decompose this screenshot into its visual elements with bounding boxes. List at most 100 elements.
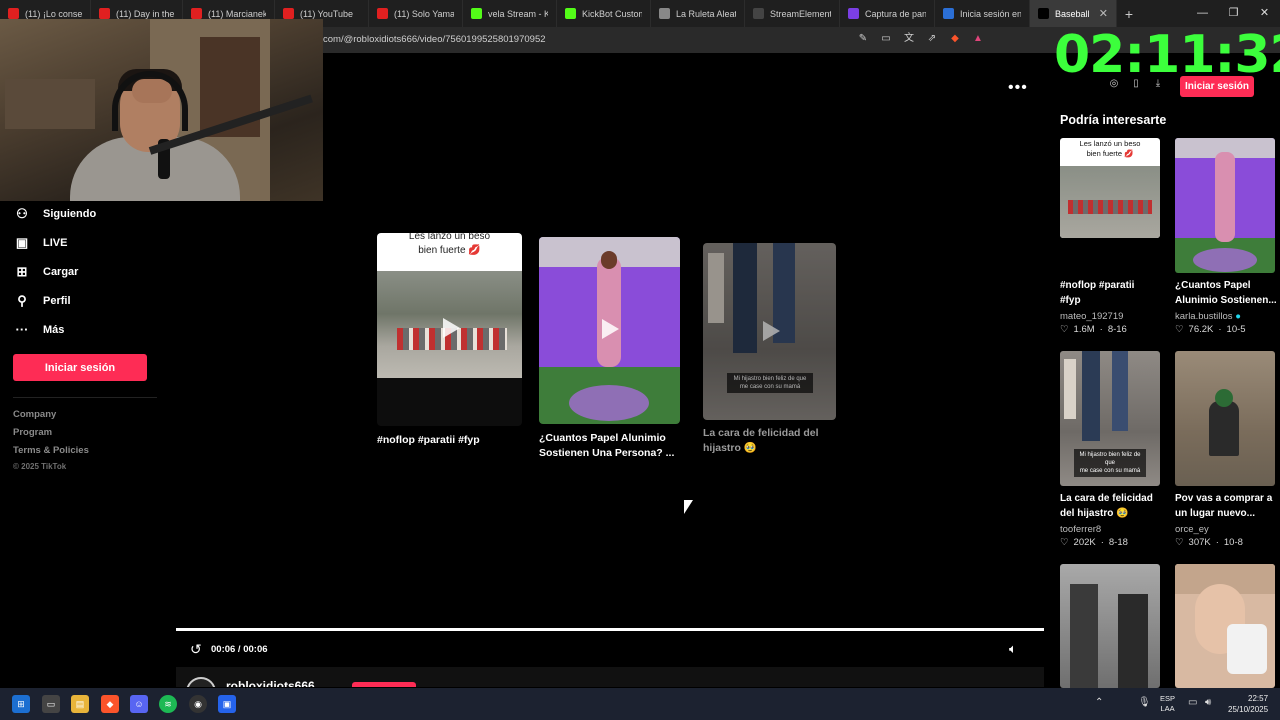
footer-link-company[interactable]: Company bbox=[13, 409, 56, 420]
footer-link-terms[interactable]: Terms & Policies bbox=[13, 445, 89, 456]
video-stats: ♡ 307K · 10-8 bbox=[1175, 537, 1243, 548]
tab-label: KickBot Custom C bbox=[582, 8, 642, 19]
sidebar-item-label: Siguiendo bbox=[43, 208, 97, 220]
brave-shield-icon[interactable]: ◆ bbox=[948, 32, 962, 46]
footer-link-program[interactable]: Program bbox=[13, 427, 52, 438]
author-name[interactable]: karla.bustillos ● bbox=[1175, 311, 1241, 322]
tab-favicon-icon bbox=[283, 8, 294, 19]
browser-tab[interactable]: KickBot Custom C bbox=[557, 0, 651, 27]
url-field[interactable]: com/@robloxidiots666/video/7560199525801… bbox=[323, 34, 546, 45]
sidebar-item-live[interactable]: ▣ LIVE bbox=[13, 235, 68, 251]
sidebar-item-following[interactable]: ⚇ Siguiendo bbox=[13, 206, 96, 222]
share-icon[interactable]: ⇗ bbox=[925, 32, 939, 46]
sidebar-item-profile[interactable]: ⚲ Perfil bbox=[13, 293, 70, 309]
network-icon[interactable]: ▭ bbox=[1188, 697, 1197, 708]
author-name[interactable]: tooferrer8 bbox=[1060, 524, 1101, 535]
browser-tab[interactable]: Captura de pant bbox=[840, 0, 935, 27]
window-controls: — ❐ ✕ bbox=[1187, 0, 1280, 27]
browser-tab[interactable]: StreamElements bbox=[745, 0, 840, 27]
brave-browser-icon[interactable]: ◆ bbox=[101, 695, 119, 713]
video-thumbnail: Les lanzo un beso bien fuerte 💋 bbox=[377, 233, 522, 426]
profile-icon: ⚲ bbox=[17, 293, 27, 308]
close-window-icon[interactable]: ✕ bbox=[1249, 0, 1280, 27]
cast-icon[interactable]: ▭ bbox=[879, 32, 893, 46]
sidebar-item-label: Cargar bbox=[43, 266, 79, 278]
login-button-sidebar[interactable]: Iniciar sesión bbox=[13, 354, 147, 381]
browser-tab[interactable]: La Ruleta Aleator bbox=[651, 0, 745, 27]
following-icon: ⚇ bbox=[16, 206, 28, 221]
video-thumbnail bbox=[1175, 351, 1275, 486]
video-caption: ¿Cuantos Papel Alunimio Sostienen Una Pe… bbox=[539, 432, 675, 459]
tab-favicon-icon bbox=[99, 8, 110, 19]
tab-label: (11) Marcianeke bbox=[208, 8, 266, 19]
thumbnail-overlay-text: Mi hijastro bien feliz de que me case co… bbox=[727, 373, 813, 393]
browser-tab[interactable]: (11) Solo Yama is bbox=[369, 0, 463, 27]
more-icon: ··· bbox=[15, 322, 29, 337]
restore-icon[interactable]: ❐ bbox=[1218, 0, 1249, 27]
close-tab-icon[interactable]: ✕ bbox=[1099, 7, 1108, 20]
author-name[interactable]: orce_ey bbox=[1175, 524, 1209, 535]
file-explorer-icon[interactable]: ▤ bbox=[71, 695, 89, 713]
like-count: 1.6M bbox=[1073, 324, 1095, 335]
tab-label: (11) Solo Yama is bbox=[394, 8, 454, 19]
login-button-header[interactable]: Iniciar sesión bbox=[1180, 76, 1254, 97]
tab-favicon-icon bbox=[659, 8, 670, 19]
post-date: 10-8 bbox=[1223, 537, 1243, 548]
video-thumbnail: Mi hijastro bien feliz de que me case co… bbox=[1060, 351, 1160, 486]
heart-icon: ♡ bbox=[1060, 324, 1069, 335]
tab-label: (11) ¡Lo conseguí bbox=[25, 8, 82, 19]
windows-start-icon[interactable]: ⊞ bbox=[12, 695, 30, 713]
tab-favicon-icon bbox=[1038, 8, 1049, 19]
volume-icon[interactable]: 🔈︎ bbox=[1009, 641, 1017, 657]
browser-tab[interactable]: vela Stream - Kic bbox=[463, 0, 557, 27]
microphone-icon[interactable]: 🎙︎ bbox=[1138, 697, 1151, 708]
verified-icon: ● bbox=[1235, 311, 1241, 322]
author-name[interactable]: mateo_192719 bbox=[1060, 311, 1123, 322]
video-stats: ♡ 202K · 8-18 bbox=[1060, 537, 1128, 548]
system-clock[interactable]: 22:57 25/10/2025 bbox=[1228, 693, 1268, 715]
translate-icon[interactable]: 文 bbox=[902, 32, 916, 46]
tray-chevron-icon[interactable]: ⌃ bbox=[1095, 697, 1103, 708]
spotify-icon[interactable]: ≋ bbox=[159, 695, 177, 713]
tab-label: vela Stream - Kic bbox=[488, 8, 548, 19]
coins-icon[interactable]: ◎ bbox=[1108, 78, 1120, 89]
app-icon[interactable]: ▣ bbox=[218, 695, 236, 713]
follow-button[interactable] bbox=[352, 682, 416, 687]
post-date: 8-16 bbox=[1107, 324, 1127, 335]
browser-tab[interactable]: Baseball ✕ bbox=[1030, 0, 1117, 27]
video-thumbnail: Les lanzó un beso bien fuerte 💋 bbox=[1060, 138, 1160, 238]
discord-icon[interactable]: ☺ bbox=[130, 695, 148, 713]
download-icon[interactable]: ⤓ bbox=[1152, 78, 1164, 89]
input-language[interactable]: ESP LAA bbox=[1160, 694, 1175, 714]
device-icon[interactable]: ▯ bbox=[1130, 78, 1142, 89]
tab-label: Captura de pant bbox=[865, 8, 926, 19]
like-count: 307K bbox=[1188, 537, 1211, 548]
rewards-icon[interactable]: ▲ bbox=[971, 32, 985, 46]
tab-favicon-icon bbox=[471, 8, 482, 19]
obs-icon[interactable]: ◉ bbox=[189, 695, 207, 713]
replay-icon[interactable]: ↺ bbox=[190, 641, 202, 658]
stat-separator: · bbox=[1215, 537, 1219, 548]
tracking-icon[interactable]: ✎ bbox=[856, 32, 870, 46]
volume-tray-icon[interactable]: 🔊︎ bbox=[1205, 697, 1211, 708]
new-tab-button[interactable]: + bbox=[1117, 6, 1141, 22]
browser-tab[interactable]: Inicia sesión en F bbox=[935, 0, 1030, 27]
tab-favicon-icon bbox=[191, 8, 202, 19]
divider bbox=[13, 397, 157, 398]
sidebar-item-upload[interactable]: ⊞ Cargar bbox=[13, 264, 79, 280]
sidebar-item-more[interactable]: ··· Más bbox=[13, 322, 65, 337]
video-thumbnail bbox=[1175, 138, 1275, 273]
thumbnail-overlay-text: Les lanzó un beso bien fuerte 💋 bbox=[1079, 139, 1141, 158]
minimize-icon[interactable]: — bbox=[1187, 0, 1218, 27]
video-thumbnail bbox=[539, 237, 680, 424]
video-caption: La cara de felicidad del hijastro 🥹 bbox=[1060, 493, 1153, 519]
author-name[interactable]: robloxidiots666 bbox=[226, 679, 315, 687]
play-icon bbox=[602, 319, 619, 339]
task-view-icon[interactable]: ▭ bbox=[42, 695, 60, 713]
tab-favicon-icon bbox=[753, 8, 764, 19]
more-options-icon[interactable]: ••• bbox=[1008, 79, 1028, 97]
avatar[interactable] bbox=[186, 677, 216, 687]
left-sidebar: ⚇ Siguiendo ▣ LIVE ⊞ Cargar ⚲ Perfil ···… bbox=[0, 201, 160, 491]
stat-separator: · bbox=[1100, 537, 1104, 548]
video-progress-bar[interactable] bbox=[176, 628, 1044, 631]
